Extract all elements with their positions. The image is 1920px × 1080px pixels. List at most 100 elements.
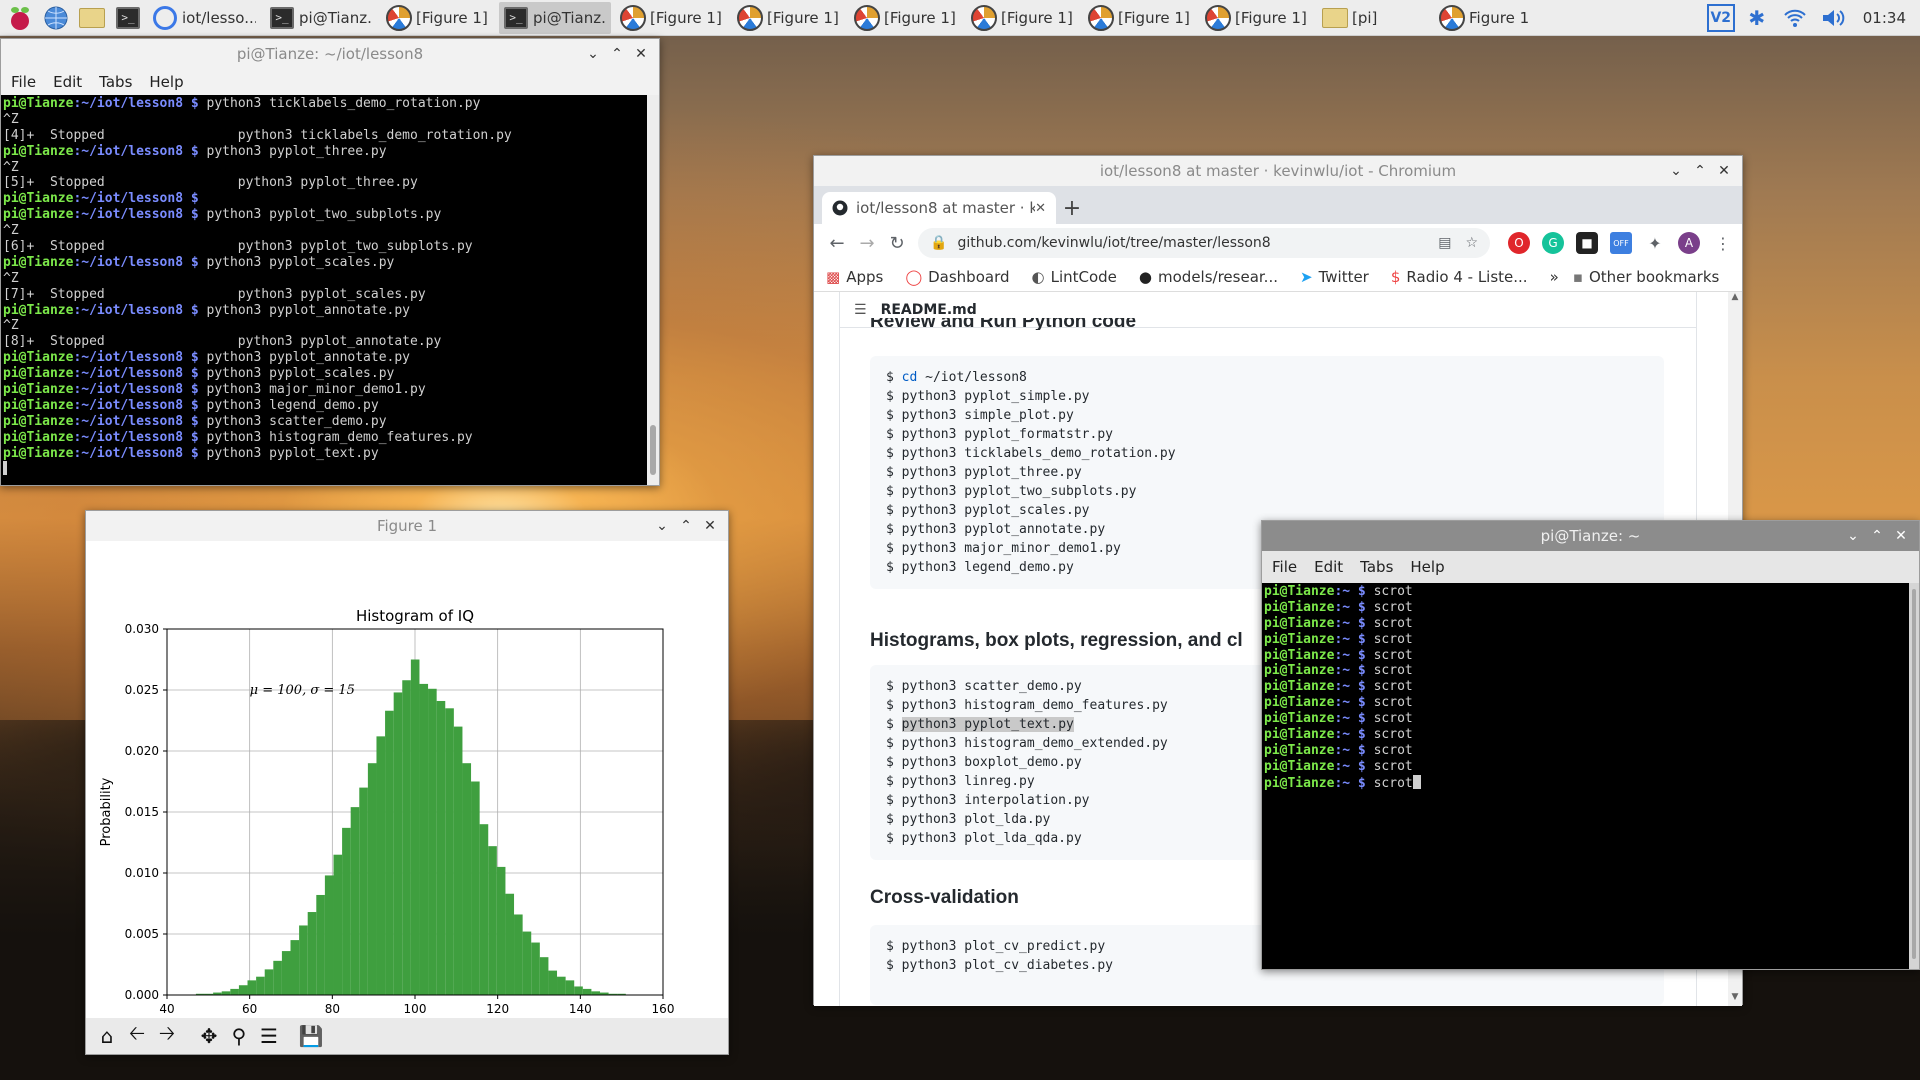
histogram-bar: [281, 951, 291, 995]
taskbar-task[interactable]: >_pi@Tianz...: [499, 1, 611, 34]
maximize-icon[interactable]: ⌃: [1865, 528, 1889, 544]
taskbar-task[interactable]: [Figure 1]: [1201, 2, 1313, 34]
off-ext-icon[interactable]: OFF: [1610, 232, 1632, 254]
raspberry-menu-icon[interactable]: [4, 2, 36, 34]
menu-file[interactable]: File: [11, 73, 36, 91]
menu-help[interactable]: Help: [1410, 558, 1444, 576]
scroll-up-icon[interactable]: ▲: [1730, 292, 1740, 322]
window-titlebar[interactable]: pi@Tianze: ~/iot/lesson8 ⌄ ⌃ ✕: [1, 39, 659, 69]
wifi-icon[interactable]: [1779, 2, 1811, 34]
figure-canvas[interactable]: 40 60 80 100 120 140 160 0.000 0.005 0.010 0.015 0.…: [86, 541, 728, 1035]
bookmark-twitter[interactable]: ➤ Twitter: [1300, 268, 1369, 286]
maximize-icon[interactable]: ⌃: [605, 46, 629, 62]
bluetooth-icon[interactable]: ✱: [1741, 2, 1773, 34]
taskbar-task[interactable]: [Figure 1]: [382, 2, 494, 34]
scrollbar-thumb[interactable]: [1912, 589, 1916, 959]
scroll-down-icon[interactable]: ▼: [1730, 992, 1740, 1006]
chart-annotation: μ = 100, σ = 15: [250, 683, 355, 698]
maximize-icon[interactable]: ⌃: [674, 518, 698, 534]
tab-close-icon[interactable]: ✕: [1035, 201, 1046, 216]
menu-tabs[interactable]: Tabs: [99, 73, 132, 91]
maximize-icon[interactable]: ⌃: [1688, 163, 1712, 179]
opera-ext-icon[interactable]: O: [1508, 232, 1530, 254]
scrollbar-thumb[interactable]: [650, 425, 656, 475]
terminal-line: pi@Tianze:~/iot/lesson8 $ python3 scatte…: [3, 413, 387, 429]
bookmark-lintcode[interactable]: ◐ LintCode: [1032, 268, 1117, 286]
taskbar-task[interactable]: [Figure 1]: [1084, 2, 1196, 34]
close-icon[interactable]: ✕: [1712, 163, 1736, 179]
taskbar-task[interactable]: [Figure 1]: [967, 2, 1079, 34]
histogram-bar: [316, 894, 325, 995]
terminal-line: ^Z: [3, 270, 19, 286]
terminal-output[interactable]: pi@Tianze:~ $ scrot pi@Tianze:~ $ scrot pi…: [1262, 583, 1919, 969]
window-titlebar[interactable]: iot/lesson8 at master · kevinwlu/iot - C…: [814, 156, 1742, 186]
clock[interactable]: 01:34: [1863, 9, 1906, 27]
pan-icon[interactable]: ✥: [194, 1021, 224, 1051]
histogram-bar: [488, 846, 497, 995]
task-label: [Figure 1]: [650, 8, 722, 27]
taskbar-task[interactable]: [pi]: [1318, 2, 1430, 34]
terminal-window-lesson8: pi@Tianze: ~/iot/lesson8 ⌄ ⌃ ✕ File Edit…: [0, 38, 660, 486]
extension-icon[interactable]: ■: [1576, 232, 1598, 254]
new-tab-button[interactable]: +: [1056, 192, 1088, 224]
avatar[interactable]: A: [1678, 232, 1700, 254]
more-bookmarks-button[interactable]: »: [1550, 268, 1559, 286]
close-icon[interactable]: ✕: [698, 518, 722, 534]
volume-icon[interactable]: [1817, 2, 1849, 34]
puzzle-icon[interactable]: ✦: [1644, 232, 1666, 254]
zoom-icon[interactable]: ⚲: [224, 1021, 254, 1051]
menu-edit[interactable]: Edit: [1314, 558, 1343, 576]
other-bookmarks[interactable]: ▪ Other bookmarks: [1573, 268, 1720, 286]
code-line: $ cd ~/iot/lesson8: [886, 370, 1027, 385]
scrollbar[interactable]: [647, 95, 659, 485]
bookmark-apps[interactable]: ▩ Apps: [826, 268, 883, 286]
taskbar-task[interactable]: [Figure 1]: [616, 2, 728, 34]
configure-icon[interactable]: ☰: [254, 1021, 284, 1051]
minimize-icon[interactable]: ⌄: [1841, 528, 1865, 544]
menu-edit[interactable]: Edit: [53, 73, 82, 91]
address-bar[interactable]: 🔒 github.com/kevinwlu/iot/tree/master/le…: [918, 228, 1490, 258]
minimize-icon[interactable]: ⌄: [581, 46, 605, 62]
menu-kebab-icon[interactable]: ⋮: [1712, 232, 1734, 254]
scrollbar[interactable]: [1909, 583, 1919, 969]
minimize-icon[interactable]: ⌄: [650, 518, 674, 534]
web-browser-icon[interactable]: [40, 2, 72, 34]
reload-icon[interactable]: ↻: [882, 233, 912, 254]
minimize-icon[interactable]: ⌄: [1664, 163, 1688, 179]
window-titlebar[interactable]: Figure 1 ⌄ ⌃ ✕: [86, 511, 728, 541]
terminal-launcher-icon[interactable]: >_: [112, 2, 144, 34]
taskbar-task[interactable]: [Figure 1]: [733, 2, 845, 34]
menu-file[interactable]: File: [1272, 558, 1297, 576]
save-icon[interactable]: 💾: [296, 1021, 326, 1051]
window-titlebar[interactable]: pi@Tianze: ~ ⌄ ⌃ ✕: [1262, 521, 1919, 551]
menu-tabs[interactable]: Tabs: [1360, 558, 1393, 576]
taskbar-task[interactable]: [Figure 1]: [850, 2, 962, 34]
histogram-bar: [221, 991, 231, 995]
terminal-output[interactable]: pi@Tianze:~/iot/lesson8 $ python3 tickla…: [1, 95, 659, 485]
home-icon[interactable]: ⌂: [92, 1021, 122, 1051]
taskbar-task[interactable]: >_pi@Tianz...: [265, 2, 377, 34]
bookmark-star-icon[interactable]: ☆: [1465, 235, 1478, 251]
translate-icon[interactable]: ▤: [1438, 235, 1451, 251]
close-icon[interactable]: ✕: [1889, 528, 1913, 544]
menu-help[interactable]: Help: [149, 73, 183, 91]
cd-path: ~/iot/lesson8: [925, 370, 1027, 385]
bookmark-dashboard[interactable]: ◯ Dashboard: [905, 268, 1009, 286]
browser-toolbar: ← → ↻ 🔒 github.com/kevinwlu/iot/tree/mas…: [814, 224, 1742, 262]
terminal-line: [5]+ Stopped python3 pyplot_three.py: [3, 175, 418, 191]
back-icon[interactable]: 🡠: [122, 1021, 152, 1051]
bookmark-models[interactable]: ● models/resear...: [1139, 268, 1278, 286]
bookmark-radio4[interactable]: $ Radio 4 - Liste...: [1391, 268, 1528, 286]
forward-icon[interactable]: →: [852, 233, 882, 254]
file-manager-icon[interactable]: [76, 2, 108, 34]
vnc-icon[interactable]: V2: [1706, 3, 1735, 32]
grammarly-ext-icon[interactable]: G: [1542, 232, 1564, 254]
taskbar-task[interactable]: Figure 1: [1435, 2, 1547, 34]
back-icon[interactable]: ←: [822, 233, 852, 254]
forward-icon[interactable]: 🡢: [152, 1021, 182, 1051]
list-icon[interactable]: ☰: [854, 302, 867, 318]
browser-tab[interactable]: iot/lesson8 at master · ke ✕: [822, 192, 1056, 224]
terminal-line: pi@Tianze:~ $ scrot: [1264, 663, 1413, 679]
close-icon[interactable]: ✕: [629, 46, 653, 62]
taskbar-task[interactable]: iot/lesso...: [148, 2, 260, 34]
